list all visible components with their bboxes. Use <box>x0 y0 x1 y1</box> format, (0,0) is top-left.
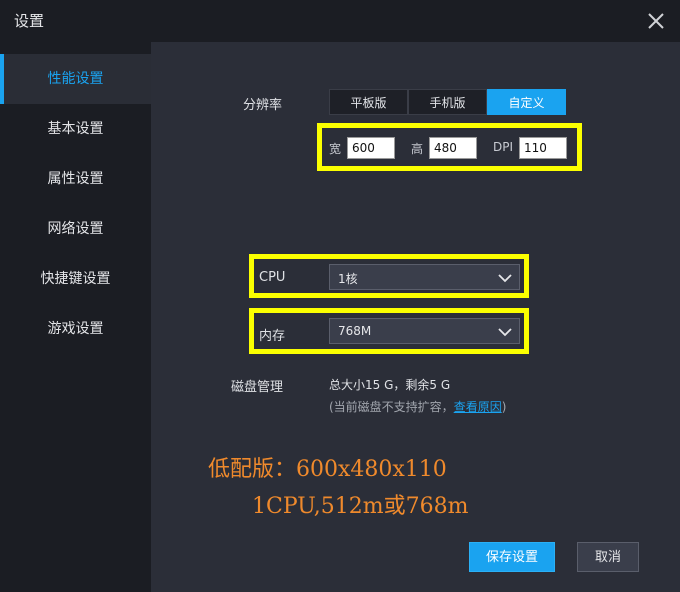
resolution-phone-button[interactable]: 手机版 <box>408 89 487 115</box>
chevron-down-icon <box>498 328 512 337</box>
sidebar: 性能设置 基本设置 属性设置 网络设置 快捷键设置 游戏设置 <box>0 42 151 592</box>
disk-note: (当前磁盘不支持扩容，查看原因) <box>329 398 506 415</box>
annotation-line-1: 低配版：600x480x110 <box>208 457 447 482</box>
width-input[interactable] <box>347 137 395 159</box>
view-reason-link[interactable]: 查看原因 <box>454 400 502 414</box>
sidebar-item-basic[interactable]: 基本设置 <box>0 104 151 154</box>
sidebar-item-game[interactable]: 游戏设置 <box>0 304 151 354</box>
memory-select[interactable]: 768M <box>329 318 520 344</box>
resolution-label: 分辨率 <box>243 98 283 113</box>
sidebar-item-performance[interactable]: 性能设置 <box>0 54 151 104</box>
window-title: 设置 <box>14 12 45 30</box>
resolution-custom-button[interactable]: 自定义 <box>487 89 566 115</box>
dpi-input[interactable] <box>519 137 567 159</box>
width-label: 宽 <box>329 142 342 156</box>
sidebar-item-properties[interactable]: 属性设置 <box>0 154 151 204</box>
cpu-select-value: 1核 <box>338 272 358 286</box>
disk-note-prefix: (当前磁盘不支持扩容， <box>329 400 454 414</box>
height-input[interactable] <box>429 137 477 159</box>
close-icon <box>648 13 664 29</box>
resolution-tablet-button[interactable]: 平板版 <box>329 89 408 115</box>
annotation-line-2: 1CPU,512m或768m <box>252 494 469 519</box>
disk-summary: 总大小15 G，剩余5 G <box>329 378 451 392</box>
memory-label: 内存 <box>259 329 286 344</box>
close-button[interactable] <box>644 9 668 33</box>
memory-select-value: 768M <box>338 324 372 338</box>
cpu-label: CPU <box>259 270 286 285</box>
save-button[interactable]: 保存设置 <box>469 542 555 572</box>
sidebar-item-shortcuts[interactable]: 快捷键设置 <box>0 254 151 304</box>
disk-note-suffix: ) <box>501 400 507 414</box>
sidebar-item-network[interactable]: 网络设置 <box>0 204 151 254</box>
height-label: 高 <box>411 142 424 156</box>
cpu-select[interactable]: 1核 <box>329 264 520 290</box>
disk-management-label: 磁盘管理 <box>231 380 284 395</box>
cancel-button[interactable]: 取消 <box>577 542 639 572</box>
dpi-label: DPI <box>493 140 514 154</box>
resolution-segmented-control: 平板版 手机版 自定义 <box>329 89 566 115</box>
chevron-down-icon <box>498 274 512 283</box>
title-bar: 设置 <box>0 0 680 42</box>
